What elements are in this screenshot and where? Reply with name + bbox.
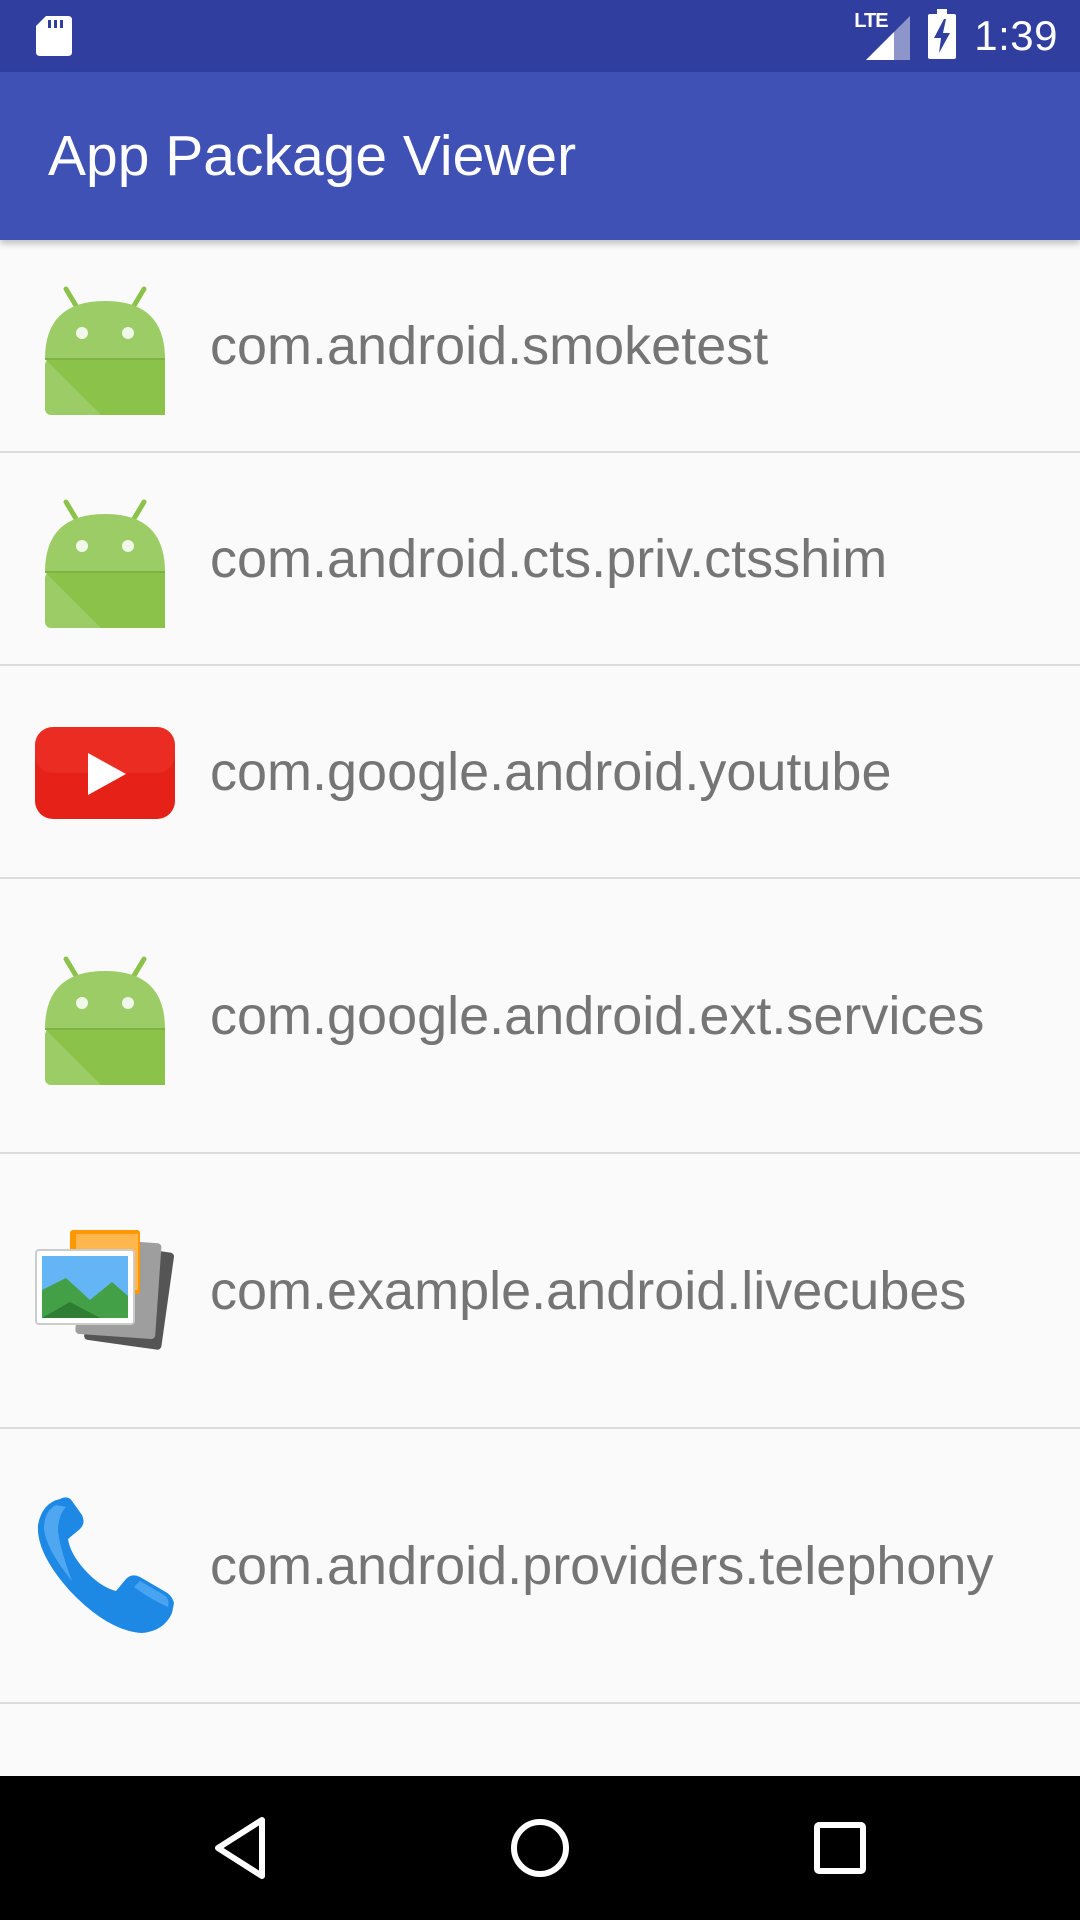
partial-icon xyxy=(30,1764,180,1776)
android-robot-icon xyxy=(30,271,180,421)
android-robot-icon xyxy=(30,941,180,1091)
youtube-icon xyxy=(30,697,180,847)
list-item[interactable]: com.android.smoketest xyxy=(0,240,1080,453)
android-robot-icon xyxy=(30,484,180,634)
package-name: com.android.providers.telephony xyxy=(210,1535,994,1596)
navigation-bar xyxy=(0,1776,1080,1920)
package-name: com.android.smoketest xyxy=(210,315,769,376)
network-type-label: LTE xyxy=(854,10,888,32)
screen: LTE 1:39 App Package Viewer com.android.… xyxy=(0,0,1080,1920)
list-item[interactable]: com.example.android.livecubes xyxy=(0,1154,1080,1429)
signal-icon: LTE xyxy=(854,10,911,60)
app-title: App Package Viewer xyxy=(48,124,577,188)
home-icon[interactable] xyxy=(490,1798,590,1898)
list-item[interactable]: com.android.cts.priv.ctsshim xyxy=(0,453,1080,666)
back-icon[interactable] xyxy=(190,1798,290,1898)
phone-icon xyxy=(30,1491,180,1641)
list-item[interactable]: com.android.providers.telephony xyxy=(0,1429,1080,1704)
status-bar: LTE 1:39 xyxy=(0,0,1080,72)
package-name: com.google.android.youtube xyxy=(210,741,892,802)
package-list[interactable]: com.android.smoketest com.android.cts.pr… xyxy=(0,240,1080,1776)
app-bar: App Package Viewer xyxy=(0,72,1080,240)
package-name: com.example.android.livecubes xyxy=(210,1260,967,1321)
gallery-icon xyxy=(30,1216,180,1366)
status-right: LTE 1:39 xyxy=(854,0,1058,72)
recents-icon[interactable] xyxy=(790,1798,890,1898)
list-item[interactable]: com.google.android.youtube xyxy=(0,666,1080,879)
sd-card-icon xyxy=(36,16,72,56)
status-time: 1:39 xyxy=(974,12,1058,59)
package-name: com.google.android.ext.services xyxy=(210,985,985,1046)
battery-charging-icon xyxy=(928,8,957,64)
list-item[interactable] xyxy=(0,1704,1080,1776)
list-item[interactable]: com.google.android.ext.services xyxy=(0,879,1080,1154)
package-name: com.android.cts.priv.ctsshim xyxy=(210,528,888,589)
